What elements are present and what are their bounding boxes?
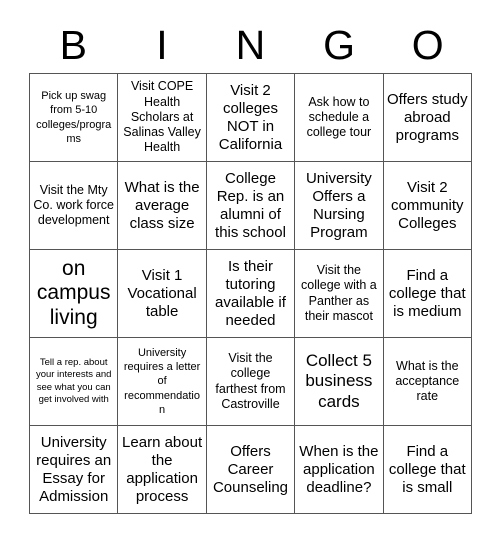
bingo-cell-r2c5[interactable]: Visit 2 community Colleges xyxy=(383,162,472,250)
bingo-cell-text: University Offers a Nursing Program xyxy=(305,169,372,241)
bingo-cell-text: Is their tutoring available if needed xyxy=(215,257,286,329)
bingo-cell-text: Find a college that is small xyxy=(388,442,466,496)
bingo-cell-text: University requires a letter of recommen… xyxy=(123,347,201,416)
bingo-cell-text: Visit the college with a Panther as thei… xyxy=(301,263,377,323)
bingo-cell-r5c2[interactable]: Learn about the application process xyxy=(118,426,207,514)
bingo-cell-r3c3[interactable]: Is their tutoring available if needed xyxy=(206,250,296,338)
bingo-cell-r4c2[interactable]: University requires a letter of recommen… xyxy=(118,338,207,426)
bingo-header-letter-i: I xyxy=(156,22,168,68)
bingo-cell-text: Learn about the application process xyxy=(122,433,203,505)
bingo-cell-text: Visit 1 Vocational table xyxy=(127,266,197,320)
bingo-cell-r2c2[interactable]: What is the average class size xyxy=(118,162,207,250)
bingo-cell-text: Collect 5 business cards xyxy=(305,351,373,411)
bingo-card: B I N G O Pick up swag from 5-10 college… xyxy=(0,0,500,544)
bingo-cell-text: Visit 2 community Colleges xyxy=(391,178,464,232)
bingo-cell-text: Find a college that is medium xyxy=(388,266,466,320)
bingo-cell-text: Visit COPE Health Scholars at Salinas Va… xyxy=(123,79,201,155)
bingo-cell-r1c1[interactable]: Pick up swag from 5-10 colleges/programs xyxy=(30,74,119,162)
bingo-cell-r4c4[interactable]: Collect 5 business cards xyxy=(295,338,384,426)
bingo-cell-text: University requires an Essay for Admissi… xyxy=(36,433,112,505)
bingo-cell-text: College Rep. is an alumni of this school xyxy=(215,169,286,241)
bingo-cell-r1c4[interactable]: Ask how to schedule a college tour xyxy=(295,74,384,162)
bingo-cell-r2c4[interactable]: University Offers a Nursing Program xyxy=(295,162,384,250)
bingo-cell-text: on campus living xyxy=(36,256,111,329)
bingo-cell-text: Tell a rep. about your interests and see… xyxy=(35,356,112,405)
bingo-header-letter-b: B xyxy=(59,22,87,68)
bingo-cell-r5c3[interactable]: Offers Career Counseling xyxy=(206,426,296,514)
bingo-cell-text: What is the average class size xyxy=(124,178,200,232)
bingo-cell-text: Visit the Mty Co. work force development xyxy=(33,182,114,228)
bingo-header-letter-g: G xyxy=(323,22,356,68)
bingo-cell-r4c1[interactable]: Tell a rep. about your interests and see… xyxy=(30,338,119,426)
bingo-cell-r3c2[interactable]: Visit 1 Vocational table xyxy=(118,250,207,338)
bingo-header: B I N G O xyxy=(29,18,472,73)
bingo-cell-text: Offers Career Counseling xyxy=(212,442,289,496)
bingo-cell-r2c3[interactable]: College Rep. is an alumni of this school xyxy=(206,162,296,250)
bingo-cell-text: Pick up swag from 5-10 colleges/programs xyxy=(36,90,112,145)
bingo-cell-r1c5[interactable]: Offers study abroad programs xyxy=(383,74,472,162)
bingo-header-letter-n: N xyxy=(235,22,266,68)
bingo-cell-r1c2[interactable]: Visit COPE Health Scholars at Salinas Va… xyxy=(118,74,207,162)
bingo-cell-r3c4[interactable]: Visit the college with a Panther as thei… xyxy=(295,250,384,338)
bingo-cell-r3c1[interactable]: on campus living xyxy=(30,250,119,338)
bingo-cell-r5c5[interactable]: Find a college that is small xyxy=(383,426,472,514)
bingo-cell-r2c1[interactable]: Visit the Mty Co. work force development xyxy=(30,162,119,250)
bingo-cell-r3c5[interactable]: Find a college that is medium xyxy=(383,250,472,338)
bingo-cell-r5c4[interactable]: When is the application deadline? xyxy=(295,426,384,514)
bingo-header-letter-o: O xyxy=(411,22,444,68)
bingo-cell-r4c5[interactable]: What is the acceptance rate xyxy=(383,338,472,426)
bingo-cell-r4c3[interactable]: Visit the college farthest from Castrovi… xyxy=(206,338,296,426)
bingo-cell-text: When is the application deadline? xyxy=(299,442,379,496)
bingo-cell-text: Visit 2 colleges NOT in California xyxy=(218,81,283,153)
bingo-cell-text: Ask how to schedule a college tour xyxy=(306,94,372,140)
bingo-cell-text: Visit the college farthest from Castrovi… xyxy=(215,351,286,411)
bingo-grid: Pick up swag from 5-10 colleges/programs… xyxy=(29,73,472,514)
bingo-cell-r1c3[interactable]: Visit 2 colleges NOT in California xyxy=(206,74,296,162)
bingo-cell-text: What is the acceptance rate xyxy=(395,358,460,404)
bingo-cell-r5c1[interactable]: University requires an Essay for Admissi… xyxy=(30,426,119,514)
bingo-cell-text: Offers study abroad programs xyxy=(387,90,468,144)
